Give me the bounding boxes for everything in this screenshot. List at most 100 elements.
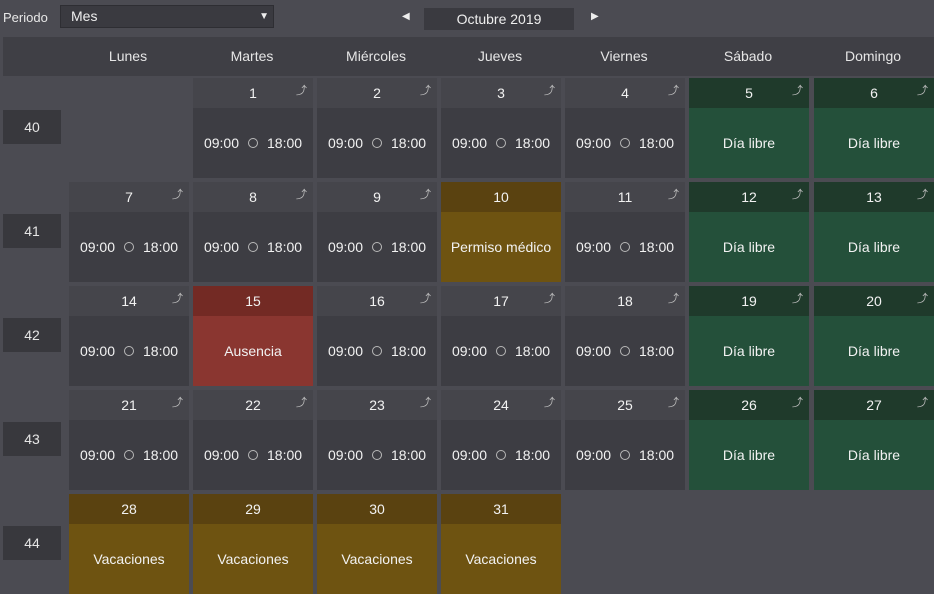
day-content: 09:00 18:00 — [565, 316, 685, 386]
day-cell[interactable]: 27 ⤴ Día libre — [814, 390, 934, 490]
share-icon[interactable]: ⤴ — [668, 82, 679, 98]
shift-start: 09:00 — [451, 343, 487, 359]
day-number: 30 — [317, 494, 437, 524]
share-icon[interactable]: ⤴ — [420, 82, 431, 98]
share-icon[interactable]: ⤴ — [917, 394, 928, 410]
day-cell[interactable]: 21 ⤴ 09:00 18:00 — [69, 390, 189, 490]
day-cell[interactable]: 20 ⤴ Día libre — [814, 286, 934, 386]
share-icon[interactable]: ⤴ — [296, 186, 307, 202]
day-cell[interactable]: 23 ⤴ 09:00 18:00 — [317, 390, 437, 490]
day-cell[interactable]: 28 Vacaciones — [69, 494, 189, 594]
shift-start: 09:00 — [327, 343, 363, 359]
shift-start: 09:00 — [79, 343, 115, 359]
day-number: 15 — [193, 286, 313, 316]
day-cell[interactable]: 3 ⤴ 09:00 18:00 — [441, 78, 561, 178]
clock-icon — [248, 138, 258, 148]
day-cell[interactable]: 29 Vacaciones — [193, 494, 313, 594]
share-icon[interactable]: ⤴ — [792, 82, 803, 98]
day-cell[interactable]: 22 ⤴ 09:00 18:00 — [193, 390, 313, 490]
clock-icon — [620, 138, 630, 148]
day-cell[interactable]: 24 ⤴ 09:00 18:00 — [441, 390, 561, 490]
day-number: 8 — [193, 182, 313, 212]
day-number: 13 — [814, 182, 934, 212]
day-cell[interactable]: 31 Vacaciones — [441, 494, 561, 594]
day-content: Vacaciones — [193, 524, 313, 594]
clock-icon — [372, 242, 382, 252]
day-cell[interactable]: 13 ⤴ Día libre — [814, 182, 934, 282]
share-icon[interactable]: ⤴ — [544, 290, 555, 306]
day-content: 09:00 18:00 — [193, 212, 313, 282]
day-cell[interactable]: 4 ⤴ 09:00 18:00 — [565, 78, 685, 178]
day-status-label: Día libre — [847, 343, 901, 359]
day-cell[interactable]: 9 ⤴ 09:00 18:00 — [317, 182, 437, 282]
day-cell[interactable]: 1 ⤴ 09:00 18:00 — [193, 78, 313, 178]
shift-end: 18:00 — [639, 239, 675, 255]
share-icon[interactable]: ⤴ — [420, 394, 431, 410]
day-cell[interactable]: 12 ⤴ Día libre — [689, 182, 809, 282]
shift-start: 09:00 — [575, 135, 611, 151]
day-number: 23 — [317, 390, 437, 420]
day-cell[interactable]: 5 ⤴ Día libre — [689, 78, 809, 178]
week-number: 42 — [3, 318, 61, 352]
day-content: 09:00 18:00 — [317, 212, 437, 282]
shift-start: 09:00 — [451, 135, 487, 151]
share-icon[interactable]: ⤴ — [792, 186, 803, 202]
day-cell[interactable]: 14 ⤴ 09:00 18:00 — [69, 286, 189, 386]
shift-end: 18:00 — [639, 447, 675, 463]
clock-icon — [372, 346, 382, 356]
day-cell[interactable]: 25 ⤴ 09:00 18:00 — [565, 390, 685, 490]
shift-end: 18:00 — [143, 447, 179, 463]
week-number: 43 — [3, 422, 61, 456]
shift-end: 18:00 — [267, 447, 303, 463]
day-number: 27 — [814, 390, 934, 420]
share-icon[interactable]: ⤴ — [420, 186, 431, 202]
clock-icon — [124, 242, 134, 252]
day-cell[interactable]: 16 ⤴ 09:00 18:00 — [317, 286, 437, 386]
share-icon[interactable]: ⤴ — [296, 394, 307, 410]
day-cell[interactable]: 30 Vacaciones — [317, 494, 437, 594]
shift-end: 18:00 — [391, 135, 427, 151]
day-cell[interactable]: 26 ⤴ Día libre — [689, 390, 809, 490]
share-icon[interactable]: ⤴ — [668, 394, 679, 410]
share-icon[interactable]: ⤴ — [420, 290, 431, 306]
day-cell[interactable]: 2 ⤴ 09:00 18:00 — [317, 78, 437, 178]
period-select[interactable]: Mes ▼ — [60, 5, 274, 28]
share-icon[interactable]: ⤴ — [792, 290, 803, 306]
shift-end: 18:00 — [391, 239, 427, 255]
previous-month-button[interactable]: ◀ — [402, 11, 410, 22]
shift-end: 18:00 — [515, 343, 551, 359]
day-cell[interactable]: 18 ⤴ 09:00 18:00 — [565, 286, 685, 386]
next-month-button[interactable]: ▶ — [591, 11, 599, 22]
day-cell[interactable]: 7 ⤴ 09:00 18:00 — [69, 182, 189, 282]
share-icon[interactable]: ⤴ — [917, 290, 928, 306]
day-number: 2 — [317, 78, 437, 108]
day-cell[interactable]: 17 ⤴ 09:00 18:00 — [441, 286, 561, 386]
weekday-header: Sábado — [723, 48, 773, 64]
share-icon[interactable]: ⤴ — [296, 82, 307, 98]
share-icon[interactable]: ⤴ — [172, 290, 183, 306]
shift-start: 09:00 — [575, 239, 611, 255]
day-cell[interactable]: 15 Ausencia — [193, 286, 313, 386]
day-cell[interactable]: 10 Permiso médico — [441, 182, 561, 282]
day-cell[interactable]: 8 ⤴ 09:00 18:00 — [193, 182, 313, 282]
share-icon[interactable]: ⤴ — [544, 82, 555, 98]
day-status-label: Vacaciones — [341, 551, 413, 567]
share-icon[interactable]: ⤴ — [668, 290, 679, 306]
day-cell[interactable]: 6 ⤴ Día libre — [814, 78, 934, 178]
shift-start: 09:00 — [327, 135, 363, 151]
clock-icon — [124, 346, 134, 356]
day-number: 20 — [814, 286, 934, 316]
clock-icon — [496, 138, 506, 148]
share-icon[interactable]: ⤴ — [792, 394, 803, 410]
share-icon[interactable]: ⤴ — [544, 394, 555, 410]
weekday-header: Miércoles — [346, 48, 406, 64]
day-cell[interactable]: 11 ⤴ 09:00 18:00 — [565, 182, 685, 282]
share-icon[interactable]: ⤴ — [668, 186, 679, 202]
share-icon[interactable]: ⤴ — [172, 394, 183, 410]
share-icon[interactable]: ⤴ — [172, 186, 183, 202]
day-cell[interactable]: 19 ⤴ Día libre — [689, 286, 809, 386]
day-status-label: Vacaciones — [217, 551, 289, 567]
share-icon[interactable]: ⤴ — [917, 186, 928, 202]
shift-end: 18:00 — [391, 447, 427, 463]
share-icon[interactable]: ⤴ — [917, 82, 928, 98]
